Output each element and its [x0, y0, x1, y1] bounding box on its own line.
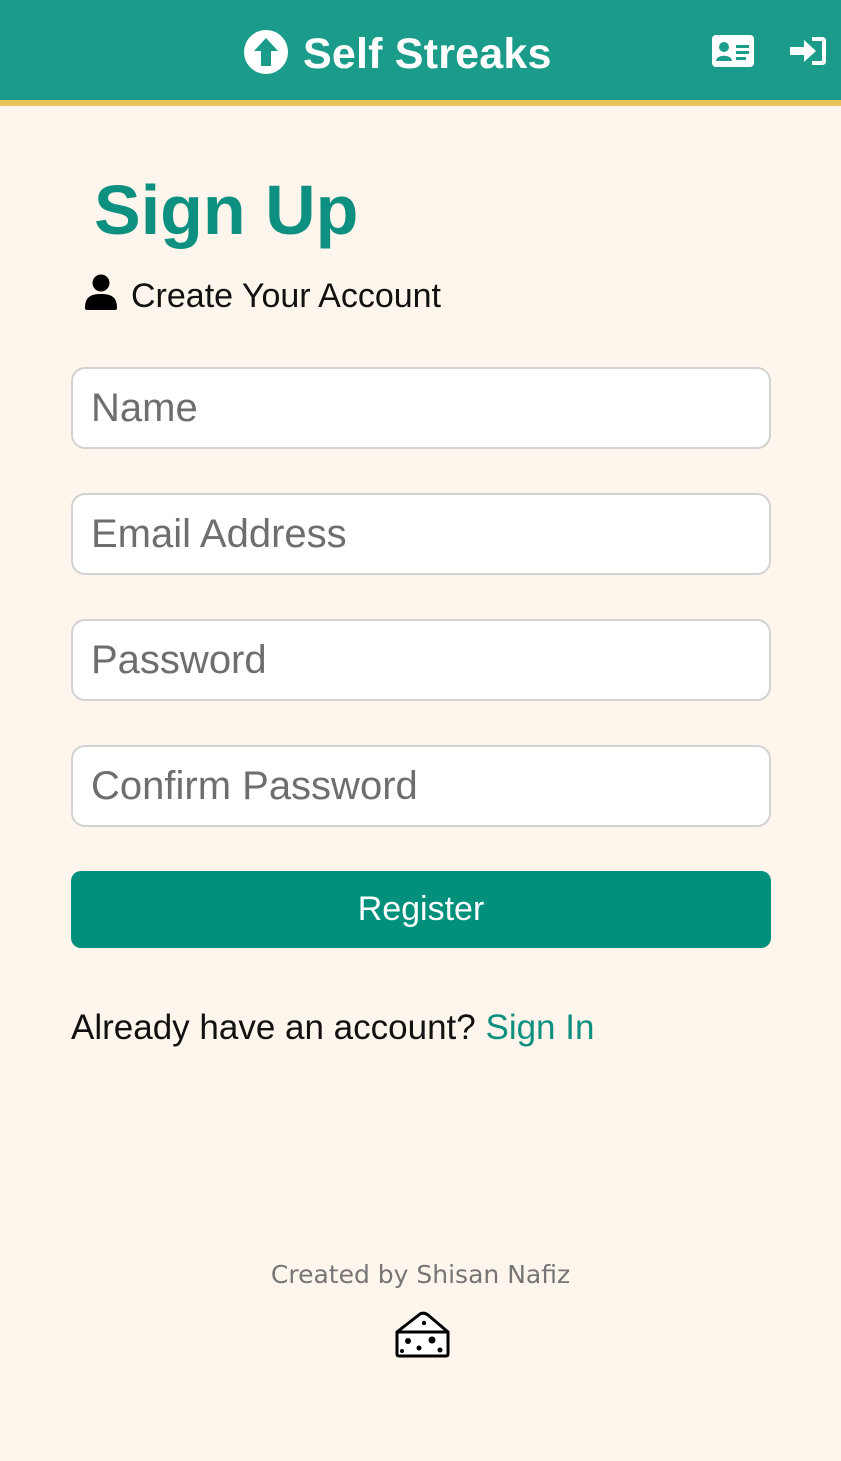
page-title: Sign Up: [94, 171, 359, 249]
brand-link[interactable]: Self Streaks: [243, 29, 552, 80]
register-nav-button[interactable]: [711, 33, 755, 73]
circle-arrow-up-icon: [243, 29, 289, 80]
navbar: Self Streaks: [0, 0, 841, 106]
footer-credit: Created by Shisan Nafiz: [270, 1260, 571, 1289]
brand-title: Self Streaks: [303, 29, 552, 78]
cheese-icon: [394, 1310, 450, 1360]
register-button[interactable]: Register: [71, 871, 771, 948]
subtitle: Create Your Account: [84, 274, 441, 319]
password-input[interactable]: [71, 619, 771, 701]
signin-prompt: Already have an account? Sign In: [71, 1008, 594, 1048]
sign-in-icon: [788, 35, 828, 72]
login-nav-button[interactable]: [786, 33, 830, 73]
signin-prompt-text: Already have an account?: [71, 1008, 476, 1047]
subtitle-text: Create Your Account: [131, 277, 442, 315]
user-icon: [84, 274, 118, 319]
name-input[interactable]: [71, 367, 771, 449]
email-input[interactable]: [71, 493, 771, 575]
signin-link[interactable]: Sign In: [485, 1008, 594, 1047]
confirm-password-input[interactable]: [71, 745, 771, 827]
id-card-icon: [712, 34, 754, 72]
